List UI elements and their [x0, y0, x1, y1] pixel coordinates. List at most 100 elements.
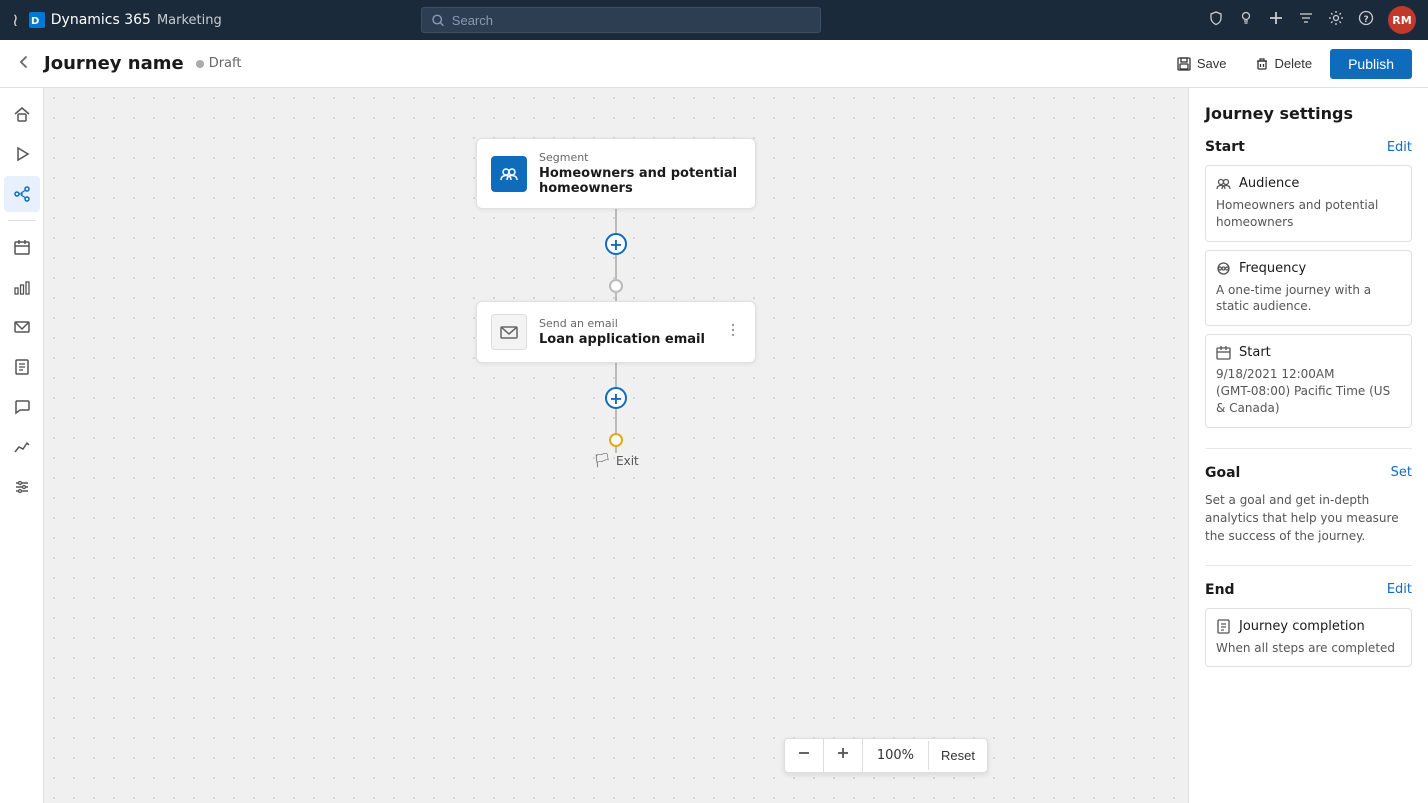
- zoom-out-icon: [797, 746, 811, 760]
- journey-canvas: Segment Homeowners and potential homeown…: [476, 138, 756, 469]
- draft-dot: [196, 60, 204, 68]
- sidebar-item-chat[interactable]: [4, 389, 40, 425]
- avatar[interactable]: RM: [1388, 6, 1416, 34]
- segment-node[interactable]: Segment Homeowners and potential homeown…: [476, 138, 756, 209]
- right-panel: Journey settings Start Edit Audience Hom…: [1188, 88, 1428, 803]
- email-node-menu-button[interactable]: [725, 322, 741, 342]
- draft-label: Draft: [209, 56, 242, 71]
- zoom-reset-button[interactable]: Reset: [929, 741, 987, 770]
- settings-icon: [13, 478, 31, 496]
- header-actions: Save Delete Publish: [1167, 49, 1412, 79]
- email-icon: [13, 318, 31, 336]
- exit-flag-icon: 🏳: [593, 453, 611, 469]
- back-button[interactable]: [16, 54, 32, 74]
- sidebar-item-metrics[interactable]: [4, 429, 40, 465]
- frequency-value: A one-time journey with a static audienc…: [1216, 282, 1401, 316]
- chat-icon: [13, 398, 31, 416]
- search-box[interactable]: [421, 7, 821, 33]
- audience-value: Homeowners and potential homeowners: [1216, 197, 1401, 231]
- start-time-card: Start 9/18/2021 12:00AM(GMT-08:00) Pacif…: [1205, 334, 1412, 427]
- zoom-in-button[interactable]: [824, 739, 863, 772]
- more-options-icon: [725, 322, 741, 338]
- help-icon[interactable]: ?: [1358, 10, 1374, 30]
- email-svg-icon: [499, 322, 519, 342]
- email-node[interactable]: Send an email Loan application email: [476, 301, 756, 363]
- topbar-icons: ? RM: [1208, 6, 1416, 34]
- delete-icon: [1255, 57, 1269, 71]
- dynamics-logo-icon: D: [29, 12, 45, 28]
- start-time-label: Start: [1239, 345, 1271, 360]
- sidebar-item-email[interactable]: [4, 309, 40, 345]
- frequency-label: Frequency: [1239, 261, 1306, 276]
- connector-2: +: [605, 363, 627, 453]
- audience-icon: [1216, 176, 1231, 191]
- divider-2: [1205, 565, 1412, 566]
- plus-icon[interactable]: [1268, 10, 1284, 30]
- metrics-icon: [13, 438, 31, 456]
- segment-svg-icon: [499, 164, 519, 184]
- brand-name: Dynamics 365: [51, 12, 151, 28]
- exit-label-text: Exit: [616, 454, 639, 468]
- zoom-level: 100%: [863, 741, 929, 770]
- grid-icon[interactable]: ≀: [12, 10, 19, 31]
- email-node-label: Send an email: [539, 317, 713, 330]
- add-step-button-2[interactable]: +: [605, 387, 627, 409]
- connector-circle-1: [609, 279, 623, 293]
- sidebar-item-home[interactable]: [4, 96, 40, 132]
- segment-icon: [491, 156, 527, 192]
- connector-circle-2: [609, 433, 623, 447]
- add-step-button-1[interactable]: +: [605, 233, 627, 255]
- panel-start-section: Start Edit Audience Homeowners and poten…: [1205, 139, 1412, 428]
- end-edit-link[interactable]: Edit: [1387, 582, 1412, 597]
- panel-title: Journey settings: [1205, 104, 1412, 123]
- marketing-label: Marketing: [157, 13, 222, 28]
- sidebar-item-play[interactable]: [4, 136, 40, 172]
- start-time-value: 9/18/2021 12:00AM(GMT-08:00) Pacific Tim…: [1216, 366, 1401, 416]
- sidebar-divider: [8, 220, 36, 221]
- start-time-icon: [1216, 345, 1231, 360]
- completion-icon: [1216, 619, 1231, 634]
- content-icon: [13, 358, 31, 376]
- lightbulb-icon[interactable]: [1238, 10, 1254, 30]
- start-section-title: Start: [1205, 139, 1245, 155]
- sidebar-item-analytics[interactable]: [4, 269, 40, 305]
- panel-goal-section: Goal Set Set a goal and get in-depth ana…: [1205, 465, 1412, 545]
- end-section-title: End: [1205, 582, 1235, 598]
- zoom-controls: 100% Reset: [784, 738, 988, 773]
- shield-icon[interactable]: [1208, 10, 1224, 30]
- save-icon: [1177, 57, 1191, 71]
- publish-button[interactable]: Publish: [1330, 49, 1412, 79]
- search-input[interactable]: [452, 13, 810, 28]
- svg-text:?: ?: [1363, 15, 1368, 25]
- home-icon: [13, 105, 31, 123]
- filter-icon[interactable]: [1298, 10, 1314, 30]
- connector-1: +: [605, 209, 627, 301]
- frequency-icon: [1216, 261, 1231, 276]
- events-icon: [13, 238, 31, 256]
- brand: D Dynamics 365 Marketing: [29, 12, 222, 28]
- journeys-icon: [13, 185, 31, 203]
- email-node-icon: [491, 314, 527, 350]
- start-edit-link[interactable]: Edit: [1387, 140, 1412, 155]
- topbar: ≀ D Dynamics 365 Marketing ?: [0, 0, 1428, 40]
- gear-icon[interactable]: [1328, 10, 1344, 30]
- search-icon: [432, 14, 444, 27]
- frequency-card: Frequency A one-time journey with a stat…: [1205, 250, 1412, 327]
- sidebar-item-settings[interactable]: [4, 469, 40, 505]
- sidebar-item-journeys[interactable]: [4, 176, 40, 212]
- sidebar-item-events[interactable]: [4, 229, 40, 265]
- goal-section-title: Goal: [1205, 465, 1240, 481]
- goal-description: Set a goal and get in-depth analytics th…: [1205, 491, 1412, 545]
- sidebar-item-content[interactable]: [4, 349, 40, 385]
- delete-button[interactable]: Delete: [1245, 50, 1323, 77]
- zoom-out-button[interactable]: [785, 739, 824, 772]
- zoom-in-icon: [836, 746, 850, 760]
- journey-completion-card: Journey completion When all steps are co…: [1205, 608, 1412, 668]
- completion-label: Journey completion: [1239, 619, 1365, 634]
- panel-end-section: End Edit Journey completion When all ste…: [1205, 582, 1412, 668]
- segment-node-title: Homeowners and potential homeowners: [539, 166, 741, 196]
- save-button[interactable]: Save: [1167, 50, 1237, 77]
- journey-name-title: Journey name: [44, 53, 184, 74]
- svg-text:D: D: [31, 16, 39, 27]
- goal-set-link[interactable]: Set: [1391, 465, 1412, 480]
